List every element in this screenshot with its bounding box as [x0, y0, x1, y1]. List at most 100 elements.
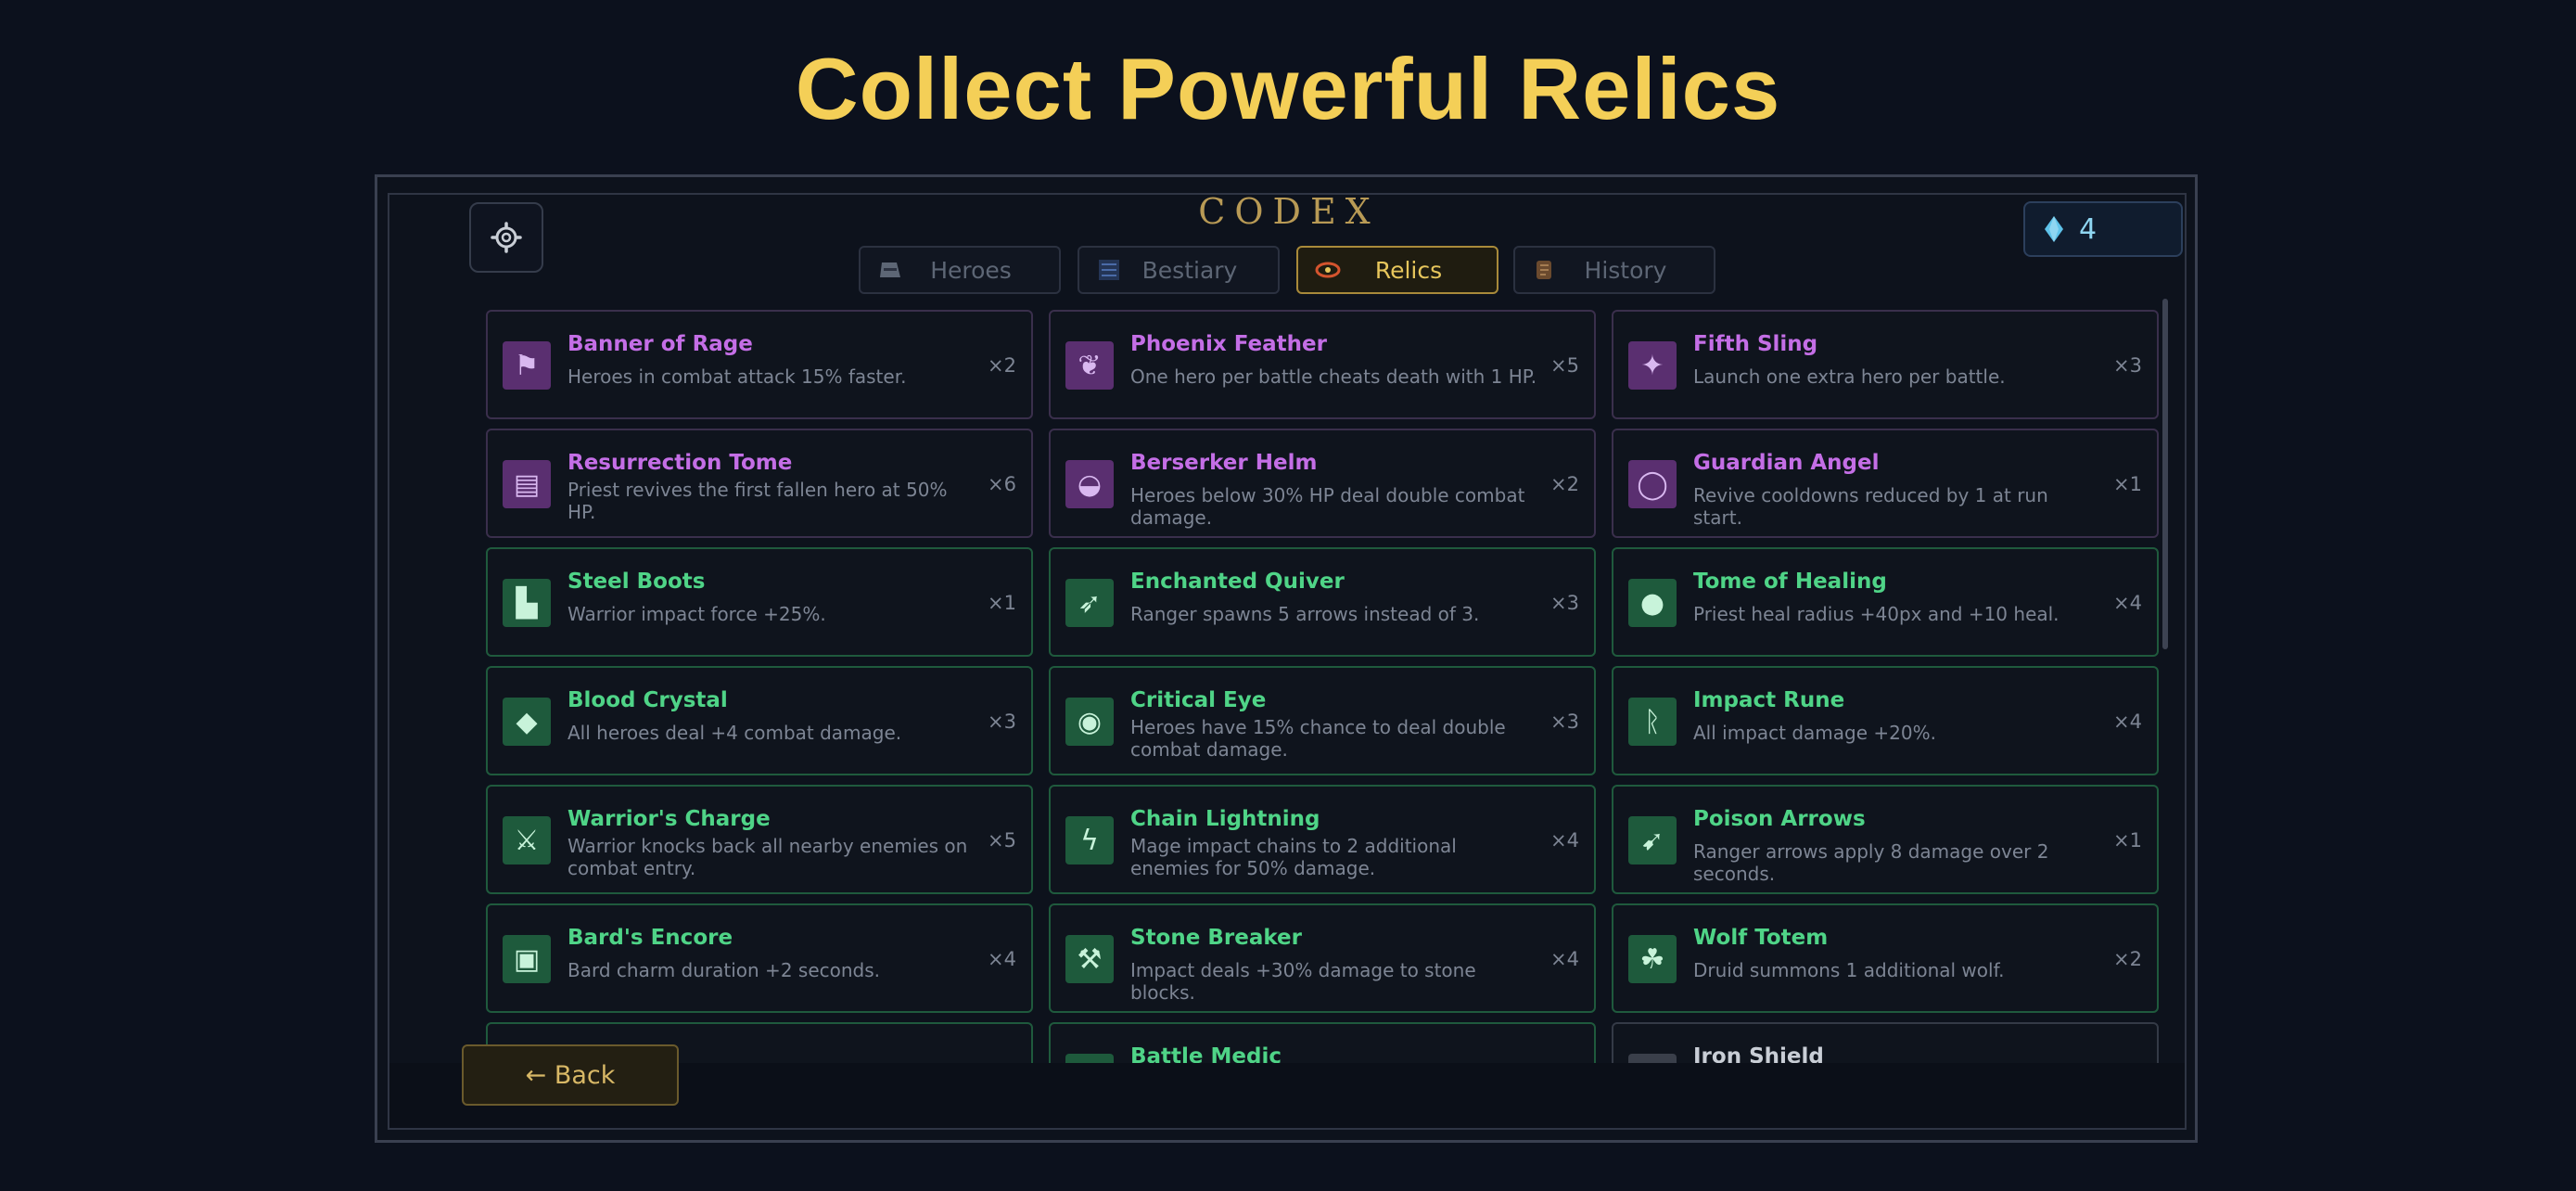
- tab-label: Relics: [1374, 256, 1443, 284]
- helm-icon: ◒: [1065, 460, 1114, 508]
- scroll-icon: [1532, 260, 1558, 280]
- arrow-icon: ➹: [1628, 816, 1677, 864]
- relic-count: ×4: [1550, 829, 1579, 852]
- relic-card[interactable]: ⚒ Stone Breaker Impact deals +30% damage t…: [1049, 903, 1596, 1013]
- relic-name: Warrior's Charge: [567, 807, 771, 831]
- settings-button[interactable]: [469, 202, 543, 273]
- eye-icon: ◉: [1065, 698, 1114, 746]
- relic-count: ×1: [988, 592, 1016, 614]
- relic-card[interactable]: ⛉Iron Shield: [1612, 1022, 2159, 1064]
- feather-icon: ❦: [1065, 341, 1114, 390]
- relic-description: Heroes below 30% HP deal double combat d…: [1130, 484, 1525, 529]
- relic-count: ×4: [2113, 592, 2142, 614]
- totem-icon: ☘: [1628, 935, 1677, 983]
- relic-card[interactable]: ✚Battle Medic: [1049, 1022, 1596, 1064]
- lightning-icon: ϟ: [1065, 816, 1114, 864]
- codex-title: CODEX: [1198, 191, 1380, 232]
- back-button[interactable]: ← Back: [462, 1044, 679, 1106]
- banner-icon: ⚑: [503, 341, 551, 390]
- relic-description: Ranger arrows apply 8 damage over 2 seco…: [1693, 840, 2049, 885]
- relic-description: Heroes have 15% chance to deal double co…: [1130, 716, 1506, 761]
- relic-name: Guardian Angel: [1693, 451, 1880, 475]
- relic-count: ×3: [1550, 592, 1579, 614]
- gem-count: 4: [2079, 212, 2098, 246]
- tab-relics[interactable]: Relics: [1296, 246, 1498, 294]
- relic-description: Priest revives the first fallen hero at …: [567, 479, 948, 523]
- page-headline: Collect Powerful Relics: [795, 40, 1781, 137]
- relic-count: ×5: [1550, 354, 1579, 377]
- relic-card[interactable]: ▙ Steel Boots Warrior impact force +25%. ×1: [486, 547, 1033, 657]
- relic-count: ×6: [988, 473, 1016, 495]
- tab-heroes[interactable]: Heroes: [859, 246, 1061, 294]
- relic-description: All impact damage +20%.: [1693, 722, 1936, 744]
- relic-name: Impact Rune: [1693, 688, 1845, 712]
- relic-count: ×5: [988, 829, 1016, 852]
- relic-count: ×4: [2113, 711, 2142, 733]
- relic-card[interactable]: ▣ Bard's Encore Bard charm duration +2 sec…: [486, 903, 1033, 1013]
- relic-name: Phoenix Feather: [1130, 332, 1327, 356]
- relic-list[interactable]: ⚑ Banner of Rage Heroes in combat attack 1…: [486, 310, 2164, 1064]
- relic-name: Iron Shield: [1693, 1044, 1824, 1064]
- relic-description: Heroes in combat attack 15% faster.: [567, 365, 907, 388]
- relic-description: Impact deals +30% damage to stone blocks…: [1130, 959, 1476, 1004]
- bestiary-icon: [1096, 260, 1122, 280]
- relic-description: All heroes deal +4 combat damage.: [567, 722, 902, 744]
- relic-card[interactable]: ϟ Chain Lightning Mage impact chains to 2 …: [1049, 785, 1596, 894]
- relic-description: Bard charm duration +2 seconds.: [567, 959, 881, 981]
- relic-name: Poison Arrows: [1693, 807, 1866, 831]
- relic-card[interactable]: ⚔ Warrior's Charge Warrior knocks back all…: [486, 785, 1033, 894]
- relic-name: Blood Crystal: [567, 688, 728, 712]
- relic-card[interactable]: ◉ Critical Eye Heroes have 15% chance to d…: [1049, 666, 1596, 775]
- relic-description: Mage impact chains to 2 additional enemi…: [1130, 835, 1457, 879]
- relic-count: ×3: [2113, 354, 2142, 377]
- gem-counter: 4: [2023, 201, 2183, 257]
- relic-description: One hero per battle cheats death with 1 …: [1130, 365, 1537, 388]
- tab-label: Bestiary: [1141, 256, 1238, 284]
- gem-icon: [2045, 216, 2063, 242]
- relic-card[interactable]: ◯ Guardian Angel Revive cooldowns reduced …: [1612, 429, 2159, 538]
- relic-card[interactable]: ▤ Resurrection Tome Priest revives the fir…: [486, 429, 1033, 538]
- relic-name: Chain Lightning: [1130, 807, 1320, 831]
- orb-icon: ●: [1628, 579, 1677, 627]
- relic-name: Stone Breaker: [1130, 926, 1302, 950]
- relic-description: Druid summons 1 additional wolf.: [1693, 959, 2005, 981]
- hammer-icon: ⚒: [1065, 935, 1114, 983]
- relic-count: ×2: [988, 354, 1016, 377]
- relic-icon: [1315, 260, 1341, 280]
- tab-bestiary[interactable]: Bestiary: [1078, 246, 1280, 294]
- relic-name: Critical Eye: [1130, 688, 1267, 712]
- relic-count: ×2: [2113, 948, 2142, 970]
- relic-name: Enchanted Quiver: [1130, 570, 1345, 594]
- relic-card[interactable]: ✦ Fifth Sling Launch one extra hero per ba…: [1612, 310, 2159, 419]
- relic-description: Launch one extra hero per battle.: [1693, 365, 2006, 388]
- quiver-icon: ➶: [1065, 579, 1114, 627]
- relic-card[interactable]: ❦ Phoenix Feather One hero per battle chea…: [1049, 310, 1596, 419]
- relic-count: ×2: [1550, 473, 1579, 495]
- drum-icon: ▣: [503, 935, 551, 983]
- relic-description: Warrior knocks back all nearby enemies o…: [567, 835, 968, 879]
- relic-name: Fifth Sling: [1693, 332, 1818, 356]
- relic-card[interactable]: ◆ Blood Crystal All heroes deal +4 combat …: [486, 666, 1033, 775]
- relic-description: Priest heal radius +40px and +10 heal.: [1693, 603, 2060, 625]
- relic-description: Warrior impact force +25%.: [567, 603, 826, 625]
- relic-description: Ranger spawns 5 arrows instead of 3.: [1130, 603, 1480, 625]
- tab-history[interactable]: History: [1513, 246, 1715, 294]
- relic-count: ×1: [2113, 473, 2142, 495]
- relic-count: ×1: [2113, 829, 2142, 852]
- relic-name: Wolf Totem: [1693, 926, 1829, 950]
- relic-card[interactable]: ⚑ Banner of Rage Heroes in combat attack 1…: [486, 310, 1033, 419]
- relic-name: Tome of Healing: [1693, 570, 1887, 594]
- tab-label: History: [1584, 256, 1667, 284]
- relic-card[interactable]: ◒ Berserker Helm Heroes below 30% HP deal …: [1049, 429, 1596, 538]
- relic-card[interactable]: ☘ Wolf Totem Druid summons 1 additional wo…: [1612, 903, 2159, 1013]
- relic-count: ×4: [1550, 948, 1579, 970]
- relic-name: Battle Medic: [1130, 1044, 1282, 1064]
- relic-card[interactable]: ᚱ Impact Rune All impact damage +20%. ×4: [1612, 666, 2159, 775]
- relic-card[interactable]: ● Tome of Healing Priest heal radius +40px…: [1612, 547, 2159, 657]
- relic-description: Revive cooldowns reduced by 1 at run sta…: [1693, 484, 2048, 529]
- crystal-icon: ◆: [503, 698, 551, 746]
- relic-card[interactable]: ➶ Enchanted Quiver Ranger spawns 5 arrows …: [1049, 547, 1596, 657]
- relic-card[interactable]: ➹ Poison Arrows Ranger arrows apply 8 dama…: [1612, 785, 2159, 894]
- rune-icon: ᚱ: [1628, 698, 1677, 746]
- scrollbar[interactable]: [2162, 299, 2168, 649]
